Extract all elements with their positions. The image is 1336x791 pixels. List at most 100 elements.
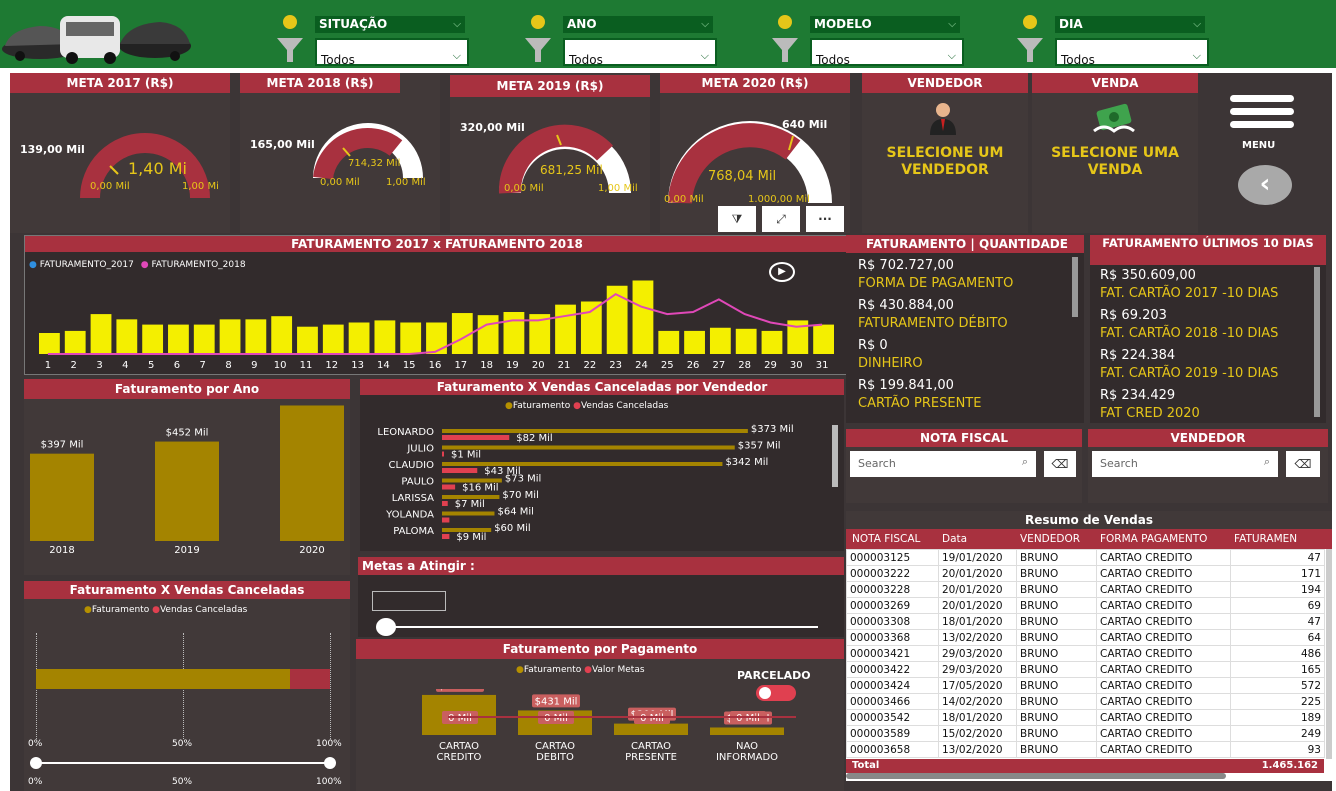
table-cell: 000003542 [846, 709, 939, 726]
tick-label: 50% [172, 739, 193, 749]
range-slider-track[interactable] [36, 762, 330, 764]
table-cell: BRUNO [1016, 741, 1097, 758]
bar-2017 [116, 319, 138, 354]
bar-2017 [813, 324, 834, 354]
range-slider-handle-max[interactable] [324, 757, 336, 769]
filter-dropdown[interactable]: Todos ⌵ [563, 38, 717, 66]
table-row[interactable]: 000003422 29/03/2020 BRUNO CARTAO CREDITO 16… [846, 661, 1325, 678]
filter-situacao[interactable]: SITUAÇÃO ⌵ Todos ⌵ [275, 6, 475, 66]
horizontal-scrollbar[interactable] [846, 773, 1226, 779]
nota-fiscal-search[interactable]: Search ⌕ [850, 451, 1036, 477]
table-row[interactable]: 000003125 19/01/2020 BRUNO CARTAO CREDITO 47 [846, 549, 1325, 566]
table-cell: 20/01/2020 [938, 597, 1017, 614]
table-cell: CARTAO CREDITO [1096, 677, 1231, 694]
focus-mode-button[interactable]: ⤢ [762, 206, 800, 232]
back-button[interactable]: ‹ [1238, 165, 1292, 205]
y-tick-label: LARISSA [392, 493, 434, 504]
fat-vendedor-chart: Faturamento X Vendas Canceladas por Vend… [360, 379, 844, 551]
venda-card[interactable]: VENDA SELECIONE UMA VENDA [1032, 73, 1198, 233]
more-options-button[interactable]: ··· [806, 206, 844, 232]
vendedor-search[interactable]: Search ⌕ [1092, 451, 1278, 477]
metas-slider-handle[interactable] [376, 618, 396, 636]
gauge-min: 0,00 Mil [504, 183, 544, 194]
x-tick-label: 15 [403, 360, 416, 371]
kpi-label: FORMA DE PAGAMENTO [858, 276, 1014, 291]
table-row[interactable]: 000003368 13/02/2020 BRUNO CARTAO CREDITO 64 [846, 629, 1325, 646]
table-cell: 000003269 [846, 597, 939, 614]
bar-faturamento[interactable] [36, 669, 290, 689]
scrollbar[interactable] [832, 425, 838, 487]
legend-2017: FATURAMENTO_2017 [39, 260, 134, 270]
scrollbar[interactable] [1314, 267, 1320, 417]
bar-faturamento [442, 445, 735, 450]
filter-dropdown[interactable]: Todos ⌵ [810, 38, 964, 66]
parcelado-label: PARCELADO [737, 669, 811, 682]
table-row[interactable]: 000003466 14/02/2020 BRUNO CARTAO CREDITO 22… [846, 693, 1325, 710]
table-row[interactable]: 000003269 20/01/2020 BRUNO CARTAO CREDITO 69 [846, 597, 1325, 614]
table-row[interactable]: 000003222 20/01/2020 BRUNO CARTAO CREDITO 17… [846, 565, 1325, 582]
gauge-target: 320,00 Mil [460, 121, 525, 134]
expand-icon: ⤢ [776, 212, 786, 226]
filter-ano[interactable]: ANO ⌵ Todos ⌵ [523, 6, 723, 66]
x-tick-label: 17 [454, 360, 467, 371]
legend-valor-metas: Valor Metas [591, 665, 645, 675]
filter-bar: SITUAÇÃO ⌵ Todos ⌵ ANO ⌵ Todos ⌵ MODELO ⌵ Tod… [0, 0, 1336, 68]
metas-atingir-title: Metas a Atingir : [358, 557, 844, 575]
table-row[interactable]: 000003228 20/01/2020 BRUNO CARTAO CREDITO 19… [846, 581, 1325, 598]
table-row[interactable]: 000003542 18/01/2020 BRUNO CARTAO CREDITO 18… [846, 709, 1325, 726]
metas-input[interactable] [372, 591, 446, 611]
gauge-max: 1,00 Mi [182, 181, 219, 192]
table-row[interactable]: 000003589 15/02/2020 BRUNO CARTAO CREDITO 24… [846, 725, 1325, 742]
bar-2017 [580, 301, 602, 354]
metas-slider-track[interactable] [388, 626, 818, 628]
hamburger-menu-icon[interactable] [1230, 95, 1294, 135]
col-nota-fiscal[interactable]: NOTA FISCAL [846, 529, 938, 549]
scrollbar[interactable] [1072, 257, 1078, 317]
filter-dia[interactable]: DIA ⌵ Todos ⌵ [1015, 6, 1215, 66]
col-data[interactable]: Data [938, 529, 1016, 549]
table-row[interactable]: 000003421 29/03/2020 BRUNO CARTAO CREDITO 48… [846, 645, 1325, 662]
bar-faturamento [442, 511, 495, 516]
table-title: Resumo de Vendas [846, 511, 1332, 529]
eraser-icon: ⌫ [1051, 457, 1069, 471]
filter-dropdown[interactable]: Todos ⌵ [1055, 38, 1209, 66]
col-vendedor[interactable]: VENDEDOR [1016, 529, 1096, 549]
table-cell: 000003589 [846, 725, 939, 742]
col-forma-pagamento[interactable]: FORMA PAGAMENTO [1096, 529, 1230, 549]
x-tick-label: CREDITO [437, 752, 482, 763]
table-cell: CARTAO CREDITO [1096, 709, 1231, 726]
table-cell: CARTAO CREDITO [1096, 549, 1231, 566]
bar-canceladas[interactable] [290, 669, 330, 689]
filter-funnel-icon [1017, 15, 1043, 62]
table-cell: CARTAO CREDITO [1096, 565, 1231, 582]
table-row[interactable]: 000003658 13/02/2020 BRUNO CARTAO CREDITO 93 [846, 741, 1325, 758]
filter-modelo[interactable]: MODELO ⌵ Todos ⌵ [770, 6, 970, 66]
filter-dropdown[interactable]: Todos ⌵ [315, 38, 469, 66]
table-cell: BRUNO [1016, 565, 1097, 582]
x-tick-label: 19 [506, 360, 519, 371]
gauge-meta-2018: META 2018 (R$) 165,00 Mil 714,32 Mil 0,0… [240, 73, 440, 233]
range-slider-handle-min[interactable] [30, 757, 42, 769]
vendedor-card[interactable]: VENDEDOR SELECIONE UM VENDEDOR [862, 73, 1028, 233]
chart-title: Faturamento X Vendas Canceladas por Vend… [360, 379, 844, 395]
bar-2017 [90, 314, 112, 354]
vendedor-prompt: SELECIONE UM VENDEDOR [886, 145, 1004, 178]
vertical-scrollbar[interactable] [1326, 549, 1332, 759]
kpi-label: FAT. CARTÃO 2019 -10 DIAS [1100, 366, 1279, 381]
x-tick-label: 20 [532, 360, 545, 371]
eraser-button[interactable]: ⌫ [1286, 451, 1320, 477]
kpi-label: FAT CRED 2020 [1100, 406, 1200, 421]
bar-faturamento [710, 727, 784, 735]
eraser-button[interactable]: ⌫ [1044, 451, 1076, 477]
y-tick-label: PAULO [401, 477, 434, 488]
table-row[interactable]: 000003424 17/05/2020 BRUNO CARTAO CREDITO 57… [846, 677, 1325, 694]
data-label: $342 Mil [725, 457, 768, 468]
table-cell: CARTAO CREDITO [1096, 725, 1231, 742]
filter-visual-button[interactable]: ⧩ [718, 206, 756, 232]
x-tick-label: 23 [609, 360, 622, 371]
bar-canceladas [442, 517, 450, 523]
gridline [330, 633, 331, 739]
col-faturamento[interactable]: FATURAMEN [1230, 529, 1320, 549]
table-row[interactable]: 000003308 18/01/2020 BRUNO CARTAO CREDITO 47 [846, 613, 1325, 630]
table-total-row: Total 1.465.162 [846, 759, 1324, 773]
